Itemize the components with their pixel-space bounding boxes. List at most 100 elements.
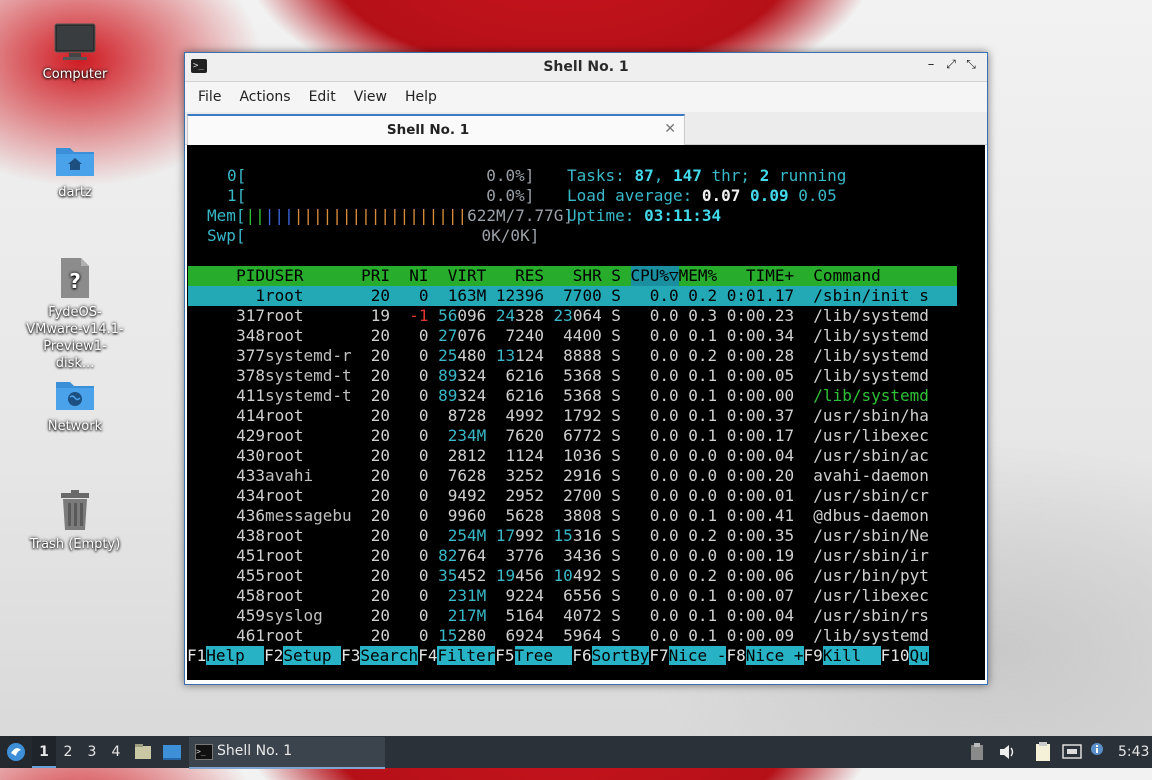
row-cell-res: 7240: [505, 326, 544, 345]
row-cell-pri: 20: [370, 366, 391, 385]
desktop-icon-network[interactable]: Network: [25, 374, 125, 435]
row-cell-virt: 89324: [438, 386, 487, 405]
menu-actions[interactable]: Actions: [230, 89, 299, 105]
workspace-1[interactable]: 1: [32, 736, 56, 768]
workspace-3[interactable]: 3: [80, 736, 104, 768]
desktop-icon-trash[interactable]: Trash (Empty): [25, 490, 125, 553]
row-cell-res: 3252: [505, 466, 544, 485]
row-cell-pri: 20: [370, 346, 391, 365]
volume-tray[interactable]: [998, 736, 1020, 768]
row-cell-cpu: 0.0: [649, 586, 679, 605]
menu-edit[interactable]: Edit: [300, 89, 345, 105]
fkey-label[interactable]: Help: [206, 646, 265, 665]
desktop-icon-label: Computer: [42, 67, 108, 82]
row-cell-ni: 0: [418, 366, 429, 385]
fkey-label[interactable]: Kill: [822, 646, 881, 665]
tab-shell-1[interactable]: Shell No. 1 ✕: [187, 114, 685, 145]
fkey-label[interactable]: Tree: [514, 646, 573, 665]
desktop-icon: [163, 745, 181, 760]
updates-tray[interactable]: [970, 736, 990, 768]
row-cell-user: systemd-t: [264, 366, 352, 385]
desktop-icon-home-folder[interactable]: dartz: [25, 140, 125, 201]
row-cell-time: 0:00.41: [726, 506, 795, 525]
svg-text:?: ?: [69, 269, 81, 293]
row-cell-cmd: /usr/sbin/ha: [813, 406, 929, 425]
file-manager-icon: [135, 744, 151, 759]
mem-used-bar: ||: [245, 206, 265, 225]
show-desktop-launcher[interactable]: [162, 736, 184, 768]
row-cell-user: root: [264, 286, 304, 305]
row-cell-pid: 348: [236, 326, 265, 345]
fkey-label[interactable]: Nice +: [745, 646, 804, 665]
row-cell-virt: 27076: [438, 326, 487, 345]
fkey-label[interactable]: Nice -: [668, 646, 727, 665]
row-cell-res: 6924: [505, 626, 544, 645]
minimize-button[interactable]: –: [921, 57, 941, 72]
tab-close-icon[interactable]: ✕: [664, 121, 676, 137]
taskbar-task-shell[interactable]: >_ Shell No. 1: [189, 737, 385, 769]
maximize-button[interactable]: ⤡: [961, 57, 981, 72]
row-cell-pid: 317: [236, 306, 265, 325]
row-cell-mem: 0.1: [688, 326, 718, 345]
row-cell-pid: 414: [236, 406, 265, 425]
fkey-label[interactable]: SortBy: [591, 646, 650, 665]
row-cell-shr: 3808: [563, 506, 602, 525]
menu-view[interactable]: View: [345, 89, 396, 105]
desktop-icon-disk-image[interactable]: ? FydeOS-VMware-v14.1-Preview1-disk...: [25, 256, 125, 372]
clipboard-tray[interactable]: [1034, 736, 1054, 768]
row-cell-virt: 231M: [447, 586, 487, 605]
start-menu-button[interactable]: [0, 736, 32, 768]
terminal-screen[interactable]: 0[0.0%] 1[0.0%] Mem[||||||||||||||||||||…: [187, 145, 985, 680]
row-cell-time: 0:00.01: [726, 486, 795, 505]
load-average: Load average: 0.07 0.09 0.05: [567, 186, 837, 205]
row-cell-res: 13124: [495, 346, 544, 365]
row-cell-mem: 0.0: [688, 446, 718, 465]
menu-help[interactable]: Help: [396, 89, 446, 105]
row-cell-s: S: [611, 606, 621, 625]
desktop-icon-computer[interactable]: Computer: [25, 22, 125, 83]
row-cell-mem: 0.2: [688, 346, 718, 365]
row-cell-mem: 0.2: [688, 286, 718, 305]
fkey-label[interactable]: Qu: [909, 646, 929, 665]
fkey-f10[interactable]: F10: [881, 646, 910, 665]
row-cell-time: 0:00.20: [726, 466, 795, 485]
fkey-f8[interactable]: F8: [726, 646, 745, 665]
menu-file[interactable]: File: [189, 89, 230, 105]
workspace-2[interactable]: 2: [56, 736, 80, 768]
fkey-f5[interactable]: F5: [495, 646, 514, 665]
row-cell-pid: 430: [236, 446, 265, 465]
fkey-f3[interactable]: F3: [341, 646, 360, 665]
network-tray[interactable]: [1062, 736, 1084, 768]
row-cell-mem: 0.1: [688, 586, 718, 605]
window-titlebar[interactable]: >_ Shell No. 1 – ⤢ ⤡ ✕: [185, 53, 987, 82]
cpu0-meter: 0[0.0%]: [227, 166, 535, 185]
row-cell-pri: 20: [370, 606, 391, 625]
notification-tray[interactable]: [1090, 736, 1106, 768]
restore-button[interactable]: ⤢: [941, 57, 961, 72]
workspace-4[interactable]: 4: [104, 736, 128, 768]
fkey-label[interactable]: Filter: [437, 646, 496, 665]
row-cell-cpu: 0.0: [649, 366, 679, 385]
row-cell-cmd: /usr/sbin/rs: [813, 606, 929, 625]
terminal-window[interactable]: >_ Shell No. 1 – ⤢ ⤡ ✕ File Actions Edit…: [184, 52, 988, 685]
row-cell-virt: 234M: [447, 426, 487, 445]
row-cell-mem: 0.0: [688, 486, 718, 505]
fkey-label[interactable]: Setup: [283, 646, 342, 665]
fkey-f9[interactable]: F9: [804, 646, 823, 665]
row-cell-res: 2952: [505, 486, 544, 505]
row-cell-user: root: [264, 446, 304, 465]
row-cell-mem: 0.1: [688, 406, 718, 425]
row-cell-ni: 0: [418, 446, 429, 465]
fkey-f2[interactable]: F2: [264, 646, 283, 665]
row-cell-user: root: [264, 586, 304, 605]
fkey-f1[interactable]: F1: [187, 646, 206, 665]
fkey-f4[interactable]: F4: [418, 646, 437, 665]
fkey-label[interactable]: Search: [360, 646, 419, 665]
row-cell-s: S: [611, 506, 621, 525]
clock[interactable]: 5:43: [1118, 736, 1150, 768]
file-manager-launcher[interactable]: [134, 736, 154, 768]
desktop-icon-label: dartz: [58, 185, 92, 200]
fkey-f6[interactable]: F6: [572, 646, 591, 665]
row-cell-cmd: avahi-daemon: [813, 466, 929, 485]
fkey-f7[interactable]: F7: [649, 646, 668, 665]
